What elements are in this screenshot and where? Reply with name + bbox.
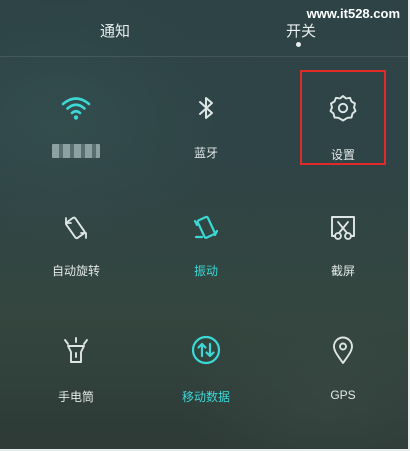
tile-mobile-data[interactable]: 移动数据 [146,334,266,444]
tile-screenshot[interactable]: 截屏 [283,212,403,322]
tile-auto-rotate[interactable]: 自动旋转 [16,212,136,322]
watermark-text: www.it528.com [306,6,400,21]
tile-label: 蓝牙 [193,146,218,160]
active-tab-indicator [296,42,301,47]
tile-label: 手电筒 [57,390,94,404]
tile-label: 截屏 [330,264,355,278]
tile-bluetooth[interactable]: 蓝牙 [146,92,266,202]
tile-wifi[interactable] [16,92,136,202]
vibrate-icon [190,212,222,244]
tab-toggles[interactable]: 开关 [286,20,316,41]
location-pin-icon [327,334,359,366]
tab-notifications[interactable]: 通知 [100,20,130,41]
tile-label: 自动旋转 [51,264,100,278]
quick-settings-panel: 通知 开关 www.it528.com 蓝牙 设置 自动旋转 振动 截屏 手电筒… [0,0,410,451]
settings-highlight-annotation [300,70,386,165]
tile-gps[interactable]: GPS [283,334,403,444]
tile-label: 振动 [193,264,218,278]
auto-rotate-icon [60,212,92,244]
wifi-icon [60,92,92,124]
tile-label: 移动数据 [181,390,230,404]
mobile-data-icon [190,334,222,366]
flashlight-icon [60,334,92,366]
tile-vibrate[interactable]: 振动 [146,212,266,322]
tile-flashlight[interactable]: 手电筒 [16,334,136,444]
tab-divider [0,56,408,57]
tile-label: GPS [330,388,356,402]
wifi-network-name-obscured [52,144,100,158]
bluetooth-icon [190,92,222,124]
tab-bar: 通知 开关 www.it528.com [0,0,410,56]
screenshot-scissors-icon [327,212,359,244]
